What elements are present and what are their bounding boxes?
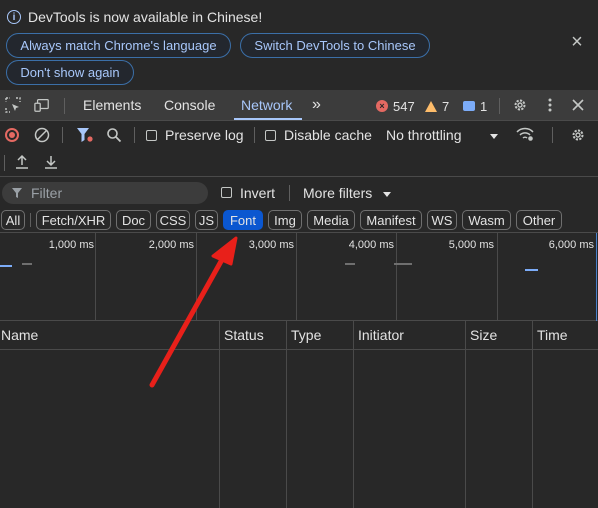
- import-har-icon[interactable]: [15, 154, 29, 170]
- devtools-tabbar: Elements Console Network » × 547 7 1: [0, 90, 598, 121]
- resource-type-filters: All Fetch/XHR Doc CSS JS Font Img Media …: [0, 208, 598, 233]
- tick-label: 6,000 ms: [548, 239, 594, 251]
- request-mark: [0, 265, 12, 267]
- tick-label: 3,000 ms: [248, 239, 294, 251]
- chip-ws[interactable]: WS: [427, 210, 457, 230]
- chip-font[interactable]: Font: [223, 210, 263, 230]
- divider: [62, 127, 63, 143]
- invert-checkbox[interactable]: [221, 187, 232, 198]
- chip-img[interactable]: Img: [268, 210, 302, 230]
- preserve-log-checkbox[interactable]: [146, 130, 157, 141]
- divider: [30, 213, 31, 227]
- invert-label: Invert: [240, 185, 276, 201]
- divider: [134, 127, 135, 143]
- message-count[interactable]: 1: [463, 98, 487, 114]
- funnel-icon: [12, 188, 22, 198]
- kebab-menu-icon[interactable]: [542, 97, 558, 113]
- chip-fetch-xhr[interactable]: Fetch/XHR: [36, 210, 111, 230]
- chip-all[interactable]: All: [1, 210, 25, 230]
- divider: [289, 185, 290, 201]
- info-icon: i: [7, 10, 21, 24]
- more-tabs-icon[interactable]: »: [312, 90, 321, 120]
- language-banner: i DevTools is now available in Chinese! …: [0, 0, 598, 90]
- chip-doc[interactable]: Doc: [116, 210, 151, 230]
- record-icon[interactable]: [5, 128, 19, 142]
- column-status[interactable]: Status: [220, 321, 286, 349]
- warning-icon: [425, 100, 437, 112]
- close-icon[interactable]: ×: [569, 32, 585, 52]
- filter-row: Filter Invert More filters: [0, 178, 598, 208]
- chip-js[interactable]: JS: [195, 210, 218, 230]
- request-mark: [22, 263, 32, 265]
- request-table-header: Name Status Type Initiator Size Time: [0, 321, 598, 350]
- banner-text: DevTools is now available in Chinese!: [28, 9, 263, 25]
- error-icon: ×: [376, 100, 388, 112]
- tab-console[interactable]: Console: [164, 90, 215, 120]
- column-initiator[interactable]: Initiator: [354, 321, 465, 349]
- warning-count-value: 7: [442, 98, 450, 114]
- tick-label: 2,000 ms: [148, 239, 194, 251]
- request-table-body: [0, 350, 598, 508]
- more-filters-dropdown[interactable]: More filters: [303, 185, 372, 201]
- tick-label: 1,000 ms: [48, 239, 94, 251]
- banner-message: i DevTools is now available in Chinese!: [7, 8, 262, 26]
- network-conditions-icon[interactable]: [515, 126, 535, 142]
- column-size[interactable]: Size: [466, 321, 532, 349]
- search-icon[interactable]: [106, 127, 122, 143]
- gridline: [396, 233, 397, 321]
- gridline: [196, 233, 197, 321]
- inspect-element-icon[interactable]: [5, 97, 21, 113]
- gridline: [95, 233, 96, 321]
- filter-input[interactable]: Filter: [2, 182, 208, 204]
- divider: [499, 98, 500, 114]
- column-type[interactable]: Type: [287, 321, 353, 349]
- chip-other[interactable]: Other: [516, 210, 562, 230]
- clear-icon[interactable]: [34, 127, 50, 143]
- tick-label: 4,000 ms: [348, 239, 394, 251]
- message-count-value: 1: [480, 98, 488, 114]
- divider: [254, 127, 255, 143]
- tab-network[interactable]: Network: [234, 90, 302, 120]
- gear-icon[interactable]: [512, 97, 528, 113]
- warning-count[interactable]: 7: [425, 98, 449, 114]
- divider: [4, 155, 5, 171]
- message-icon: [463, 101, 475, 111]
- network-toolbar: Preserve log Disable cache No throttling: [0, 121, 598, 177]
- chevron-down-icon[interactable]: [490, 134, 498, 139]
- timeline-overview[interactable]: 1,000 ms 2,000 ms 3,000 ms 4,000 ms 5,00…: [0, 233, 598, 321]
- tick-label: 5,000 ms: [448, 239, 494, 251]
- column-name[interactable]: Name: [0, 321, 219, 349]
- chevron-down-icon[interactable]: [383, 192, 391, 197]
- filter-placeholder: Filter: [31, 185, 63, 201]
- throttling-select[interactable]: No throttling: [386, 127, 461, 143]
- chip-manifest[interactable]: Manifest: [360, 210, 422, 230]
- switch-to-chinese-button[interactable]: Switch DevTools to Chinese: [240, 33, 430, 58]
- divider: [552, 127, 553, 143]
- divider: [64, 98, 65, 114]
- gridline: [596, 233, 597, 321]
- error-count[interactable]: × 547: [376, 98, 415, 114]
- dont-show-again-button[interactable]: Don't show again: [6, 60, 134, 85]
- preserve-log-label: Preserve log: [165, 127, 244, 143]
- request-mark: [525, 269, 538, 271]
- export-har-icon[interactable]: [44, 154, 58, 170]
- filter-icon[interactable]: [76, 127, 94, 143]
- close-devtools-icon[interactable]: [570, 97, 586, 113]
- gridline: [497, 233, 498, 321]
- tab-elements[interactable]: Elements: [83, 90, 141, 120]
- column-time[interactable]: Time: [533, 321, 598, 349]
- match-language-button[interactable]: Always match Chrome's language: [6, 33, 231, 58]
- error-count-value: 547: [393, 98, 415, 114]
- disable-cache-checkbox[interactable]: [265, 130, 276, 141]
- chip-wasm[interactable]: Wasm: [462, 210, 511, 230]
- network-settings-gear-icon[interactable]: [570, 127, 586, 143]
- gridline: [296, 233, 297, 321]
- chip-media[interactable]: Media: [307, 210, 355, 230]
- request-mark: [394, 263, 412, 265]
- chip-css[interactable]: CSS: [156, 210, 190, 230]
- device-toolbar-icon[interactable]: [34, 97, 50, 113]
- disable-cache-label: Disable cache: [284, 127, 372, 143]
- request-mark: [345, 263, 355, 265]
